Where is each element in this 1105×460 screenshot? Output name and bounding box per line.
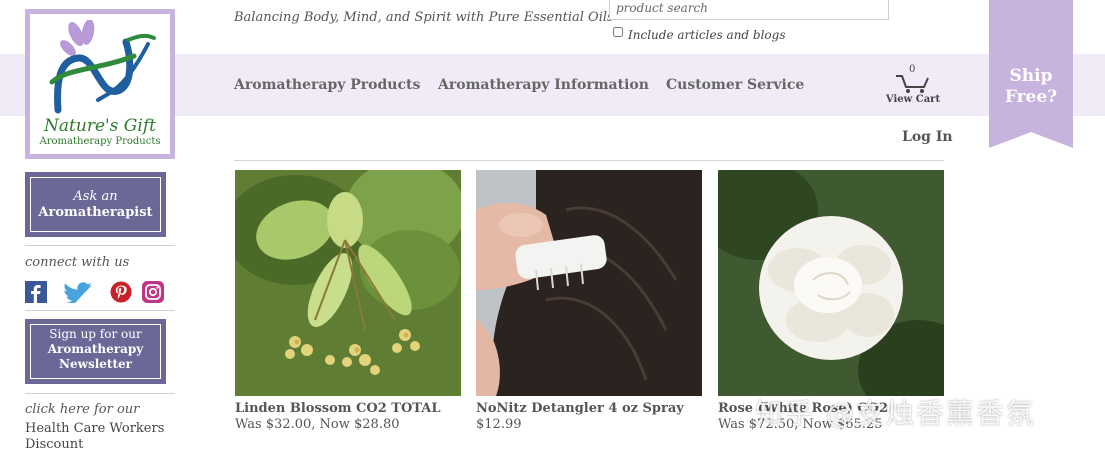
search-input[interactable] [609, 0, 889, 20]
sidebar-divider [25, 310, 175, 311]
ask-line1: Ask an [73, 189, 118, 204]
ship-free-line1: Ship [1009, 66, 1053, 86]
watermark: 知乎 @支烛香薰香氛 [755, 397, 1036, 430]
newsletter-signup-button[interactable]: Sign up for our Aromatherapy Newsletter [25, 319, 166, 384]
nav-aromatherapy-information[interactable]: Aromatherapy Information [438, 77, 649, 93]
newsletter-line1: Sign up for our [49, 327, 142, 341]
nav-aromatherapy-products[interactable]: Aromatherapy Products [234, 77, 420, 93]
logo-subtitle: Aromatherapy Products [39, 136, 161, 147]
logo[interactable]: Nature's Gift Aromatherapy Products [25, 9, 175, 159]
sidebar-divider [25, 393, 175, 394]
newsletter-line3: Newsletter [59, 357, 132, 371]
twitter-icon[interactable] [62, 281, 94, 303]
include-articles-label: Include articles and blogs [628, 28, 786, 42]
health-care-discount-link[interactable]: Health Care Workers Discount [25, 421, 165, 453]
product-image-nonitz-detangler[interactable] [476, 170, 702, 396]
product-card[interactable]: Linden Blossom CO2 TOTAL Was $32.00, Now… [235, 170, 461, 432]
ship-free-line2: Free? [1004, 87, 1058, 107]
ship-free-ribbon[interactable]: Ship Free? [989, 0, 1073, 150]
product-card[interactable]: NoNitz Detangler 4 oz Spray $12.99 [476, 170, 702, 432]
connect-label: connect with us [25, 255, 130, 270]
newsletter-line2: Aromatherapy [47, 342, 144, 356]
product-name[interactable]: NoNitz Detangler 4 oz Spray [476, 401, 702, 416]
product-image-linden-blossom[interactable] [235, 170, 461, 396]
logo-name: Nature's Gift [44, 116, 156, 136]
instagram-icon[interactable] [142, 281, 164, 303]
cart-count: 0 [909, 64, 916, 75]
tagline: Balancing Body, Mind, and Spirit with Pu… [234, 10, 614, 25]
product-price: Was $32.00, Now $28.80 [235, 417, 400, 432]
pinterest-icon[interactable] [110, 281, 132, 303]
login-link[interactable]: Log In [902, 129, 953, 145]
include-articles-checkbox[interactable] [613, 27, 623, 37]
product-name[interactable]: Linden Blossom CO2 TOTAL [235, 401, 461, 416]
facebook-icon[interactable] [25, 281, 47, 303]
nav-customer-service[interactable]: Customer Service [666, 77, 804, 93]
cart-label: View Cart [885, 94, 941, 105]
click-here-label: click here for our [25, 402, 140, 417]
product-image-white-rose[interactable] [718, 170, 944, 396]
content-divider [234, 160, 944, 161]
ask-aromatherapist-button[interactable]: Ask an Aromatherapist [25, 172, 166, 237]
ask-line2: Aromatherapist [38, 205, 153, 220]
sidebar-divider [25, 245, 175, 246]
logo-mark [49, 20, 156, 114]
product-price: $12.99 [476, 417, 522, 432]
